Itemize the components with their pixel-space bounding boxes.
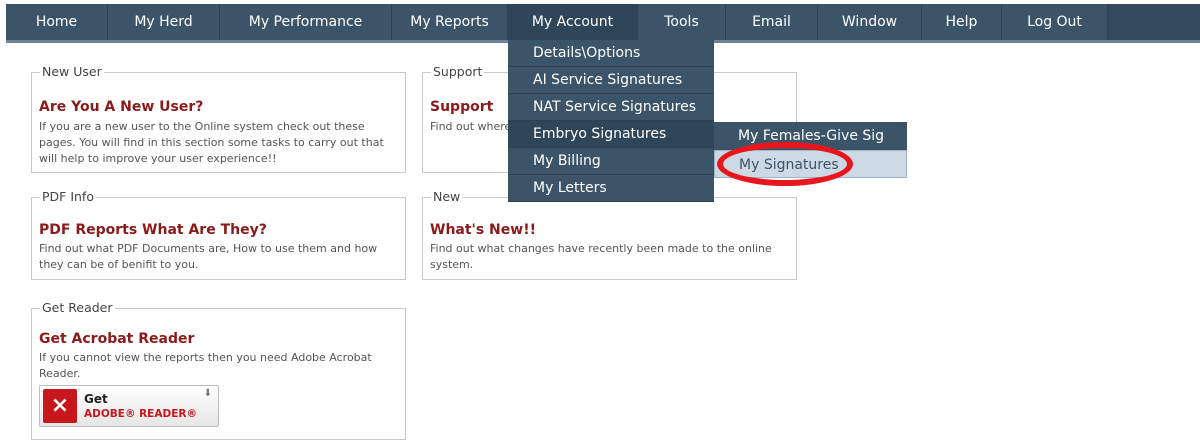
- nav-my-performance[interactable]: My Performance: [220, 4, 392, 40]
- panel-pdf-info: PDF Info PDF Reports What Are They? Find…: [31, 189, 406, 280]
- adobe-acrobat-icon: ⨯: [43, 389, 77, 423]
- menu-my-letters[interactable]: My Letters: [508, 175, 714, 202]
- nav-window[interactable]: Window: [818, 4, 922, 40]
- panel-legend: New: [431, 189, 463, 205]
- panel-new-user: New User Are You A New User? If you are …: [31, 64, 406, 173]
- main-nav: Home My Herd My Performance My Reports M…: [6, 4, 1200, 43]
- menu-embryo-signatures[interactable]: Embryo Signatures: [508, 121, 714, 148]
- nav-my-reports[interactable]: My Reports: [392, 4, 508, 40]
- panel-get-reader: Get Reader Get Acrobat Reader If you can…: [31, 300, 406, 440]
- my-account-dropdown: Details\Options AI Service Signatures NA…: [508, 40, 714, 202]
- nav-log-out[interactable]: Log Out: [1002, 4, 1108, 40]
- panel-description: If you are a new user to the Online syst…: [39, 120, 384, 165]
- menu-my-billing[interactable]: My Billing: [508, 148, 714, 175]
- panel-title-link[interactable]: Get Acrobat Reader: [39, 331, 194, 347]
- panel-legend: Get Reader: [40, 300, 115, 316]
- nav-filler: [1108, 4, 1200, 40]
- download-arrow-icon: ⬇: [203, 388, 212, 399]
- nav-my-account[interactable]: My Account: [508, 4, 638, 40]
- panel-legend: Support: [431, 64, 485, 80]
- panel-title-link[interactable]: What's New!!: [430, 222, 536, 238]
- panel-title-link[interactable]: PDF Reports What Are They?: [39, 222, 267, 238]
- panel-legend: New User: [40, 64, 104, 80]
- menu-ai-service-signatures[interactable]: AI Service Signatures: [508, 67, 714, 94]
- panel-title-link[interactable]: Support: [430, 99, 493, 115]
- panel-description: Find out what changes have recently been…: [430, 242, 772, 271]
- panel-legend: PDF Info: [40, 189, 96, 205]
- nav-tools[interactable]: Tools: [638, 4, 726, 40]
- nav-home[interactable]: Home: [6, 4, 108, 40]
- menu-nat-service-signatures[interactable]: NAT Service Signatures: [508, 94, 714, 121]
- button-get-label: Get: [84, 392, 108, 406]
- nav-help[interactable]: Help: [922, 4, 1002, 40]
- menu-details-options[interactable]: Details\Options: [508, 40, 714, 67]
- panel-new: New What's New!! Find out what changes h…: [422, 189, 797, 280]
- nav-email[interactable]: Email: [726, 4, 818, 40]
- panel-description: If you cannot view the reports then you …: [39, 351, 372, 380]
- highlight-annotation-ellipse: [717, 142, 853, 186]
- panel-description: Find out what PDF Documents are, How to …: [39, 242, 378, 271]
- nav-my-herd[interactable]: My Herd: [108, 4, 220, 40]
- panel-title-link[interactable]: Are You A New User?: [39, 99, 203, 115]
- get-adobe-reader-button[interactable]: ⨯ Get ADOBE® READER® ⬇: [39, 385, 219, 427]
- button-reader-label: ADOBE® READER®: [84, 408, 197, 420]
